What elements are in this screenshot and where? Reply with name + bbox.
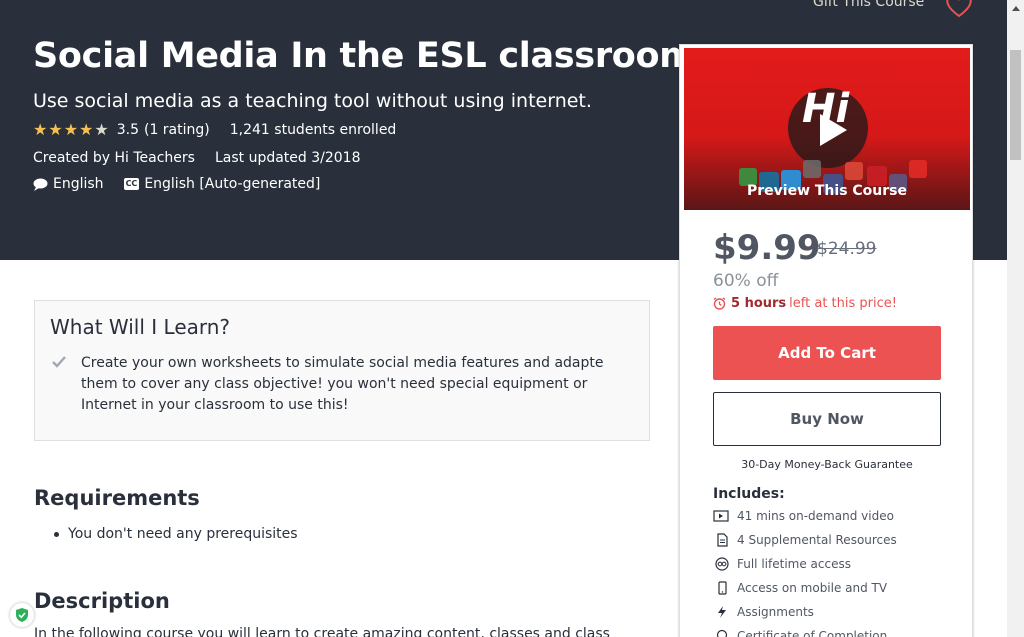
caret-up-icon [1011, 6, 1020, 11]
course-title: Social Media In the ESL classroom [33, 36, 696, 76]
requirement-item-label: You don't need any prerequisites [68, 526, 298, 542]
rating-value: 3.5 [116, 122, 139, 138]
vertical-scrollbar[interactable] [1007, 0, 1024, 637]
gift-course-link[interactable]: Gift This Course [813, 0, 924, 10]
purchase-card: Hi Preview This Course $9.99 $24.99 60% … [679, 44, 973, 637]
current-price: $9.99 [713, 228, 821, 268]
includes-item: 4 Supplemental Resources [713, 533, 897, 547]
rating-row: ★ ★ ★ ★ ★ 3.5 (1 rating) 1,241 students enro… [33, 122, 397, 139]
scroll-thumb[interactable] [1010, 50, 1021, 160]
course-subtitle: Use social media as a teaching tool with… [33, 90, 592, 112]
star-filled-icon: ★ [33, 120, 48, 139]
bolt-icon [718, 606, 726, 618]
last-updated: Last updated 3/2018 [214, 150, 361, 166]
created-by[interactable]: Created by Hi Teachers [33, 150, 195, 166]
original-price: $24.99 [817, 239, 877, 259]
course-preview[interactable]: Hi Preview This Course [684, 48, 970, 210]
learn-item: Create your own worksheets to simulate s… [81, 355, 604, 413]
money-back-guarantee: 30-Day Money-Back Guarantee [741, 458, 913, 471]
requirement-item: You don't need any prerequisites [54, 526, 298, 542]
timer-hours: 5 hours [731, 296, 787, 311]
includes-item-label: Access on mobile and TV [737, 581, 888, 595]
includes-item-label: Assignments [737, 605, 814, 619]
preview-course-label[interactable]: Preview This Course [684, 183, 970, 199]
includes-item: Certificate of Completion [713, 629, 887, 637]
star-filled-icon: ★ [48, 120, 63, 139]
timer-text: left at this price! [789, 296, 897, 311]
check-icon [52, 356, 66, 368]
star-filled-icon: ★ [79, 120, 94, 139]
price-timer: 5 hours left at this price! [713, 296, 897, 311]
star-empty-icon: ★ [94, 120, 109, 139]
enrolled-count: 1,241 students enrolled [229, 122, 397, 138]
star-filled-icon: ★ [63, 120, 79, 139]
certificate-icon [716, 629, 728, 637]
add-to-cart-button[interactable]: Add To Cart [713, 326, 941, 380]
requirements-title: Requirements [34, 486, 200, 510]
security-badge[interactable] [10, 603, 34, 627]
learn-title: What Will I Learn? [50, 315, 231, 339]
speech-bubble-icon [33, 178, 48, 191]
includes-item-label: 4 Supplemental Resources [737, 533, 897, 547]
includes-item-label: Full lifetime access [737, 557, 851, 571]
mobile-icon [718, 581, 727, 595]
play-icon[interactable] [811, 110, 851, 150]
includes-item: Full lifetime access [713, 557, 851, 571]
buy-now-button[interactable]: Buy Now [713, 392, 941, 446]
course-captions: English [Auto-generated] [144, 176, 321, 192]
rating-stars: ★ ★ ★ ★ ★ [33, 122, 109, 138]
includes-item-label: Certificate of Completion [737, 629, 888, 637]
includes-item: Assignments [713, 605, 814, 619]
shield-icon [16, 608, 28, 622]
heart-icon[interactable] [944, 0, 974, 18]
includes-item-label: 41 mins on-demand video [737, 509, 894, 523]
author-row: Created by Hi Teachers Last updated 3/20… [33, 150, 360, 166]
language-row: English CC English [Auto-generated] [33, 176, 320, 192]
includes-item: Access on mobile and TV [713, 581, 887, 595]
includes-title: Includes: [713, 486, 785, 502]
closed-captions-icon: CC [123, 178, 140, 190]
discount-percent: 60% off [713, 271, 779, 291]
description-title: Description [34, 589, 170, 613]
what-will-i-learn: What Will I Learn? Create your own works… [34, 300, 650, 441]
file-icon [717, 533, 728, 547]
description-text: In the following course you will learn t… [34, 626, 610, 637]
rating-count[interactable]: (1 rating) [144, 122, 210, 138]
infinity-icon [715, 557, 729, 571]
course-language: English [53, 176, 104, 192]
alarm-clock-icon [713, 297, 726, 310]
video-icon [713, 510, 729, 522]
scroll-up-arrow[interactable] [1007, 0, 1024, 17]
includes-item: 41 mins on-demand video [713, 509, 894, 523]
